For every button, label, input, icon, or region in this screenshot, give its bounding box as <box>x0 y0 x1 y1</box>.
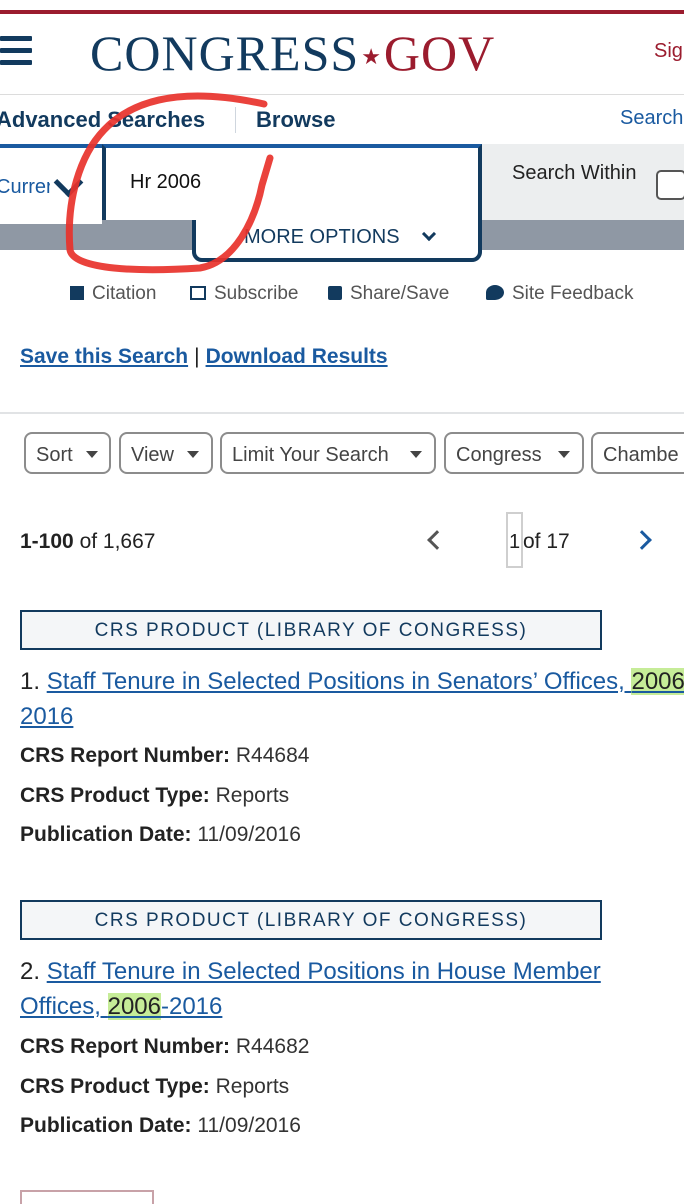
result-title: 2. Staff Tenure in Selected Positions in… <box>20 954 684 1024</box>
page-number-input[interactable]: 1 <box>506 512 523 568</box>
citation-icon <box>70 286 84 300</box>
result-type-badge: CRS PRODUCT (LIBRARY OF CONGRESS) <box>20 610 602 650</box>
field-value: R44682 <box>235 1035 310 1058</box>
limit-search-dropdown[interactable]: Limit Your Search <box>220 432 436 474</box>
result-range: 1-100 <box>20 530 74 553</box>
result-total: of 1,667 <box>79 530 156 553</box>
divider <box>0 412 684 414</box>
field-value: Reports <box>215 784 290 807</box>
result-number: 2. <box>20 958 41 985</box>
search-band: Currer Search Within MORE OPTIONS <box>0 144 684 262</box>
search-input[interactable] <box>128 170 432 195</box>
view-label: View <box>131 444 174 466</box>
product-type-row: CRS Product Type: Reports <box>20 1075 289 1099</box>
sign-in-link[interactable]: Sig <box>654 40 683 63</box>
publication-date-row: Publication Date: 11/09/2016 <box>20 823 301 847</box>
action-separator: | <box>194 345 200 368</box>
sort-dropdown[interactable]: Sort <box>24 432 111 474</box>
nav-browse[interactable]: Browse <box>256 107 335 133</box>
site-header: CONGRESS★GOV Sig <box>0 14 684 94</box>
nav-search-tools[interactable]: Search <box>620 107 683 130</box>
result-title-link[interactable]: Staff Tenure in Selected Positions in Ho… <box>20 958 601 1020</box>
logo-main-text: CONGRESS <box>90 25 360 81</box>
result-title: 1. Staff Tenure in Selected Positions in… <box>20 664 684 734</box>
result-number: 1. <box>20 668 41 695</box>
site-feedback-label: Site Feedback <box>512 283 634 304</box>
citation-button[interactable]: Citation <box>70 283 156 305</box>
nav-advanced-searches[interactable]: Advanced Searches <box>0 107 205 133</box>
share-icon <box>328 286 342 300</box>
sort-label: Sort <box>36 444 73 466</box>
chevron-down-icon <box>421 226 437 242</box>
field-value: 11/09/2016 <box>197 823 301 846</box>
chevron-down-icon[interactable] <box>53 167 84 198</box>
caret-down-icon <box>558 451 570 458</box>
search-scope-dropdown[interactable]: Currer <box>0 144 102 224</box>
subscribe-button[interactable]: Subscribe <box>190 283 299 305</box>
caret-down-icon <box>410 451 422 458</box>
star-icon: ★ <box>361 44 382 69</box>
save-search-link[interactable]: Save this Search <box>20 345 188 368</box>
site-feedback-button[interactable]: Site Feedback <box>486 283 633 305</box>
chevron-left-icon[interactable] <box>427 530 447 550</box>
share-save-label: Share/Save <box>350 283 450 304</box>
search-box <box>102 144 482 220</box>
field-value: 11/09/2016 <box>197 1114 301 1137</box>
product-type-row: CRS Product Type: Reports <box>20 784 289 808</box>
main-nav: Advanced Searches Browse Search <box>0 94 684 145</box>
chat-bubble-icon <box>486 285 504 300</box>
chamber-label: Chambe <box>603 444 679 466</box>
congress-label: Congress <box>456 444 542 466</box>
top-accent-bar <box>0 0 684 14</box>
report-number-row: CRS Report Number: R44682 <box>20 1035 309 1059</box>
search-within-label: Search Within <box>512 162 637 184</box>
search-within-panel: Search Within <box>482 144 684 220</box>
more-options-label: MORE OPTIONS <box>244 226 400 248</box>
chevron-right-icon[interactable] <box>632 530 652 550</box>
congress-gov-logo[interactable]: CONGRESS★GOV <box>90 24 495 82</box>
search-scope-value: Currer <box>0 176 50 198</box>
result-count: 1-100 of 1,667 <box>20 530 155 554</box>
caret-down-icon <box>187 451 199 458</box>
chamber-dropdown[interactable]: Chambe <box>591 432 684 474</box>
logo-suffix-text: GOV <box>383 25 496 81</box>
mail-icon <box>190 286 206 300</box>
share-save-button[interactable]: Share/Save <box>328 283 449 305</box>
search-actions: Save this Search | Download Results <box>20 345 388 369</box>
field-label: CRS Product Type: <box>20 1075 210 1098</box>
search-within-checkbox[interactable] <box>656 170 684 200</box>
field-value: Reports <box>215 1075 290 1098</box>
result-title-link[interactable]: Staff Tenure in Selected Positions in Se… <box>20 668 684 730</box>
page-total: of 17 <box>523 530 570 553</box>
field-label: CRS Report Number: <box>20 1035 231 1058</box>
field-label: Publication Date: <box>20 1114 192 1137</box>
field-value: R44684 <box>235 744 310 767</box>
report-number-row: CRS Report Number: R44684 <box>20 744 309 768</box>
nav-divider <box>235 107 236 133</box>
subscribe-label: Subscribe <box>214 283 299 304</box>
result-type-badge: CRS PRODUCT (LIBRARY OF CONGRESS) <box>20 900 602 940</box>
field-label: Publication Date: <box>20 823 192 846</box>
more-options-button[interactable]: MORE OPTIONS <box>192 220 482 262</box>
title-text: -2016 <box>160 993 223 1020</box>
field-label: CRS Product Type: <box>20 784 210 807</box>
download-results-link[interactable]: Download Results <box>206 345 388 368</box>
menu-icon[interactable] <box>0 36 32 72</box>
view-dropdown[interactable]: View <box>119 432 213 474</box>
title-text: Staff Tenure in Selected Positions in Se… <box>46 668 632 695</box>
next-result-badge <box>20 1190 154 1204</box>
caret-down-icon <box>86 451 98 458</box>
publication-date-row: Publication Date: 11/09/2016 <box>20 1114 301 1138</box>
search-highlight: 2006 <box>107 993 161 1020</box>
congress-dropdown[interactable]: Congress <box>444 432 584 474</box>
search-highlight: 2006 <box>631 668 684 695</box>
citation-label: Citation <box>92 283 157 304</box>
field-label: CRS Report Number: <box>20 744 231 767</box>
limit-search-label: Limit Your Search <box>232 444 389 466</box>
